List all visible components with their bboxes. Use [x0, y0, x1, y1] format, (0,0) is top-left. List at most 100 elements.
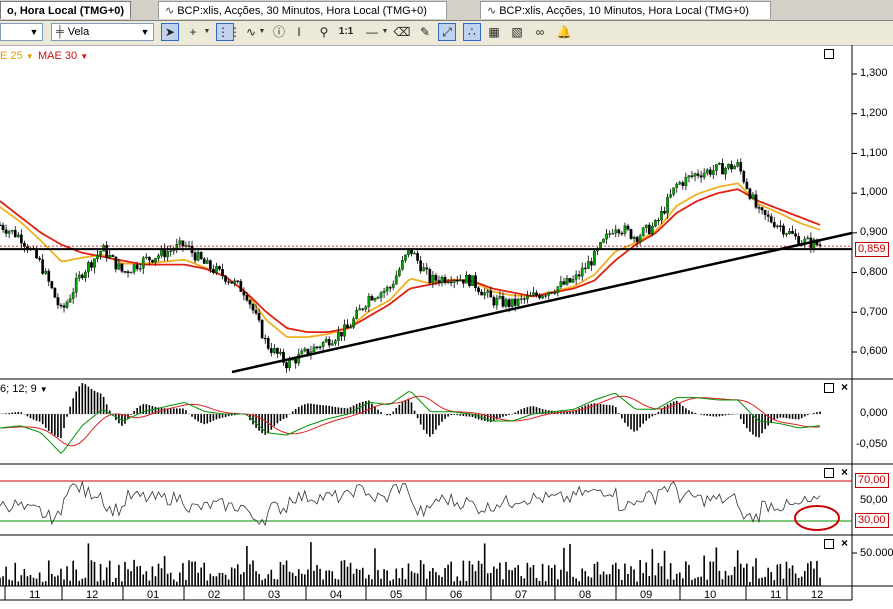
candle-body [288, 359, 291, 369]
candle-body [208, 260, 212, 270]
price-axis-label: 1,300 [860, 67, 888, 79]
candle-body [620, 232, 624, 235]
tab-daily[interactable]: o, Hora Local (TMG+0) [0, 1, 131, 19]
price-axis-label: 1,100 [860, 147, 888, 159]
candle-body [422, 267, 426, 272]
maximize-panel-button[interactable] [824, 539, 834, 549]
crosshair-icon[interactable]: + [184, 23, 202, 41]
candle-body [272, 348, 276, 353]
candle-body [727, 163, 730, 169]
candle-body [779, 225, 782, 227]
candle-body [699, 175, 703, 178]
candle-body [529, 295, 532, 297]
candle-body [818, 244, 822, 246]
candle-body [580, 267, 584, 277]
candle-body [526, 295, 529, 300]
candle-body [806, 237, 810, 240]
compare-icon[interactable]: ▧ [508, 23, 526, 41]
template-icon[interactable]: ▦ [485, 23, 503, 41]
candle-body [553, 292, 557, 294]
legend-macd[interactable]: 6; 12; 9 ▼ [0, 383, 48, 395]
candle-body [678, 182, 682, 185]
crosshair-dropdown[interactable]: ▼ [203, 23, 211, 41]
close-icon[interactable]: × [839, 381, 850, 393]
rsi-line [0, 481, 821, 527]
candle-body [458, 279, 462, 282]
candle-body [556, 286, 560, 293]
indicator-dropdown[interactable]: ▼ [258, 23, 266, 41]
candle-body [471, 275, 474, 287]
cursor-arrow-icon[interactable]: ➤ [161, 23, 179, 41]
close-icon[interactable]: × [839, 537, 850, 549]
candle-body [687, 175, 691, 178]
maximize-panel-button[interactable] [824, 383, 834, 393]
period-select[interactable]: ▼ [0, 23, 43, 41]
chart-canvas[interactable] [0, 45, 893, 609]
candle-body [376, 297, 380, 299]
candle-body [492, 297, 496, 306]
settings-brush-icon[interactable]: ✎ [416, 23, 434, 41]
alert-bell-icon[interactable]: 🔔 [555, 23, 573, 41]
legend-mae30[interactable]: MAE 30 ▼ [38, 50, 88, 62]
candle-body [711, 170, 715, 175]
maximize-panel-button[interactable] [824, 49, 834, 59]
candle-body [391, 283, 395, 288]
candle-body [65, 301, 69, 308]
candle-body [742, 171, 746, 183]
candle-body [254, 310, 258, 314]
legend-mae25[interactable]: E 25 ▼ [0, 50, 34, 62]
candle-body [413, 253, 416, 255]
candle-body [690, 175, 694, 177]
line-tool-icon[interactable]: — [363, 23, 381, 41]
candle-body [705, 169, 709, 174]
candle-body [358, 308, 362, 311]
candle-body [294, 359, 298, 364]
chart-type-select[interactable]: ╪ Vela ▼ [51, 23, 154, 41]
candle-body [495, 298, 499, 306]
link-icon[interactable]: ∞ [531, 23, 549, 41]
candle-body [574, 274, 578, 280]
candle-body [754, 194, 758, 208]
grid-icon[interactable]: ⋮⋮ [216, 23, 241, 41]
chevron-down-icon: ▼ [29, 27, 39, 37]
magnet-icon[interactable]: ∴ [463, 23, 481, 41]
one-to-one-button[interactable]: 1:1 [337, 23, 355, 41]
text-tool-icon[interactable]: I [290, 23, 308, 41]
candle-body [443, 277, 447, 283]
tab-10-minutes[interactable]: ∿ BCP:xlis, Acções, 10 Minutos, Hora Loca… [480, 1, 771, 19]
candle-body [315, 346, 319, 349]
eraser-icon[interactable]: ⌫ [393, 23, 411, 41]
x-axis-label: 12 [811, 589, 824, 601]
line-tool-dropdown[interactable]: ▼ [381, 23, 389, 41]
price-axis-label: 0,600 [860, 345, 888, 357]
candle-body [77, 274, 81, 279]
zoom-icon[interactable]: ⚲ [315, 23, 333, 41]
candle-body [221, 268, 224, 276]
candle-body [641, 227, 645, 236]
candle-body [428, 269, 432, 283]
candle-body [583, 267, 587, 270]
candle-body [650, 225, 654, 235]
candle-body [382, 290, 386, 293]
candle-body [785, 233, 788, 235]
price-axis-label: 0,900 [860, 226, 888, 238]
macd-axis-label: -0,050 [856, 438, 888, 450]
candle-body [141, 257, 145, 269]
trendline-icon[interactable]: ⤢ [438, 23, 456, 41]
close-icon[interactable]: × [839, 466, 850, 478]
tab-30-minutes[interactable]: ∿ BCP:xlis, Acções, 30 Minutos, Hora Loca… [158, 1, 447, 19]
candle-body [571, 279, 575, 283]
candle-body [535, 292, 538, 296]
maximize-panel-button[interactable] [824, 468, 834, 478]
candle-body [352, 318, 355, 328]
current-price-tag: 0,859 [855, 242, 889, 257]
candle-body [568, 278, 572, 283]
candle-body [498, 296, 502, 299]
chart-area[interactable]: E 25 ▼ MAE 30 ▼ 6; 12; 9 ▼ × × × 1,300 1… [0, 45, 893, 609]
candle-body [721, 163, 724, 175]
chevron-down-icon: ▼ [25, 52, 34, 61]
candle-body [169, 250, 173, 252]
info-icon[interactable]: ⓘ [270, 23, 288, 41]
candle-body [635, 237, 639, 242]
candle-body [13, 229, 17, 238]
